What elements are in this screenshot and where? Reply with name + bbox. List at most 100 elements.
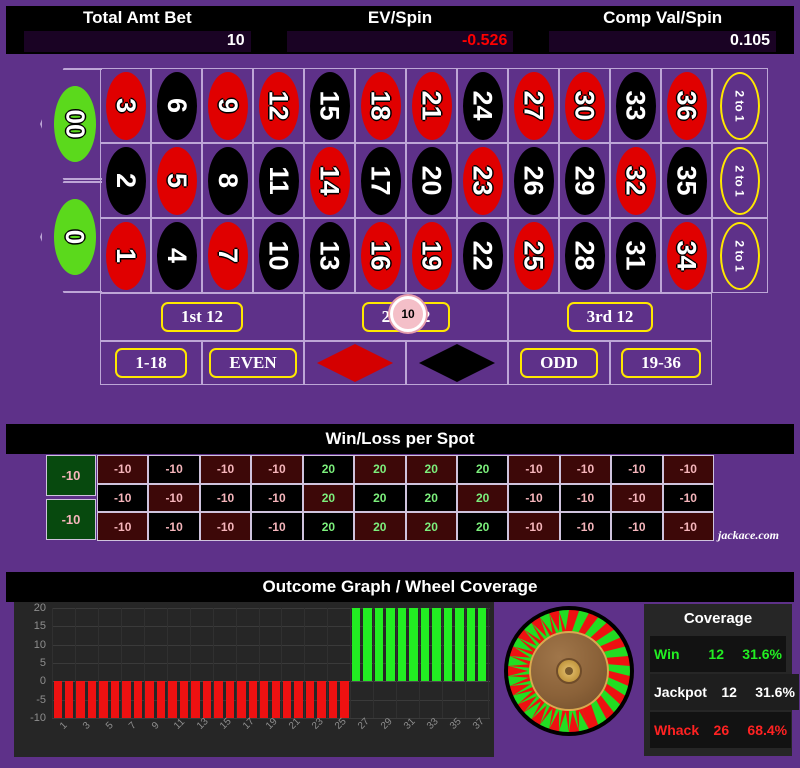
bet-spot-30[interactable]: 30 bbox=[559, 68, 610, 143]
bet-spot-16[interactable]: 16 bbox=[355, 218, 406, 293]
bet-spot-1[interactable]: 1 bbox=[100, 218, 151, 293]
coverage-count: 12 bbox=[694, 636, 728, 672]
bet-spot-23[interactable]: 23 bbox=[457, 143, 508, 218]
bet-spot-12[interactable]: 12 bbox=[253, 68, 304, 143]
bet-spot-0[interactable]: 0 bbox=[40, 181, 102, 293]
outside-bet-1-18[interactable]: 1-18 bbox=[100, 341, 202, 385]
bet-spot-9[interactable]: 9 bbox=[202, 68, 253, 143]
bet-spot-7[interactable]: 7 bbox=[202, 218, 253, 293]
bet-spot-22[interactable]: 22 bbox=[457, 218, 508, 293]
bet-spot-35[interactable]: 35 bbox=[661, 143, 712, 218]
y-tick-label: 5 bbox=[39, 657, 46, 669]
bet-spot-21[interactable]: 21 bbox=[406, 68, 457, 143]
number-label: 4 bbox=[162, 247, 192, 264]
winloss-value: 20 bbox=[373, 462, 387, 477]
bet-spot-20[interactable]: 20 bbox=[406, 143, 457, 218]
winloss-cell: -10 bbox=[662, 512, 714, 541]
outside-bet-19-36[interactable]: 19-36 bbox=[610, 341, 712, 385]
bet-spot-24[interactable]: 24 bbox=[457, 68, 508, 143]
bet-spot-29[interactable]: 29 bbox=[559, 143, 610, 218]
bet-spot-13[interactable]: 13 bbox=[304, 218, 355, 293]
number-oval: 8 bbox=[207, 146, 248, 215]
bet-spot-18[interactable]: 18 bbox=[355, 68, 406, 143]
bet-spot-11[interactable]: 11 bbox=[253, 143, 304, 218]
coverage-percent: 31.6% bbox=[728, 636, 786, 672]
column-bet-1[interactable]: 2 to 1 bbox=[712, 68, 768, 143]
outside-bet-even[interactable]: EVEN bbox=[202, 341, 304, 385]
bet-spot-8[interactable]: 8 bbox=[202, 143, 253, 218]
bet-spot-25[interactable]: 25 bbox=[508, 218, 559, 293]
chart-bar bbox=[53, 681, 62, 718]
bet-spot-10[interactable]: 10 bbox=[253, 218, 304, 293]
outside-bet-label: 1-18 bbox=[115, 348, 187, 378]
chart-bar bbox=[179, 681, 189, 718]
stat-comp-val-per-spin: Comp Val/Spin 0.105 bbox=[531, 6, 794, 54]
roulette-wheel bbox=[504, 606, 634, 736]
number-label: 16 bbox=[365, 240, 396, 271]
number-label: 29 bbox=[569, 165, 600, 196]
column-bet-label: 2 to 1 bbox=[733, 239, 747, 272]
bet-spot-33[interactable]: 33 bbox=[610, 68, 661, 143]
winloss-value: -10 bbox=[114, 462, 132, 477]
wheel-hub-dot bbox=[565, 667, 573, 675]
bet-spot-3[interactable]: 3 bbox=[100, 68, 151, 143]
bet-spot-32[interactable]: 32 bbox=[610, 143, 661, 218]
column-bet-2[interactable]: 2 to 1 bbox=[712, 143, 768, 218]
outside-bet-odd[interactable]: ODD bbox=[508, 341, 610, 385]
dozen-bet-3[interactable]: 3rd 12 bbox=[508, 293, 712, 341]
bet-spot-6[interactable]: 6 bbox=[151, 68, 202, 143]
chart-bar bbox=[191, 681, 200, 718]
winloss-value: -10 bbox=[216, 490, 235, 505]
bet-spot-27[interactable]: 27 bbox=[508, 68, 559, 143]
stat-label: Total Amt Bet bbox=[83, 8, 192, 27]
bet-spot-4[interactable]: 4 bbox=[151, 218, 202, 293]
number-label: 14 bbox=[314, 165, 345, 196]
bet-spot-14[interactable]: 14 bbox=[304, 143, 355, 218]
bet-spot-2[interactable]: 2 bbox=[100, 143, 151, 218]
zero-oval: 00 bbox=[54, 86, 96, 162]
number-label: 30 bbox=[569, 90, 600, 121]
grid-line-vertical bbox=[488, 608, 489, 718]
number-oval: 30 bbox=[564, 71, 605, 140]
chart-bar bbox=[87, 681, 97, 718]
chart-bar bbox=[374, 608, 384, 682]
winloss-cell: 20 bbox=[405, 483, 457, 513]
x-tick-label: 7 bbox=[126, 720, 139, 732]
number-oval: 36 bbox=[666, 71, 707, 140]
bet-spot-28[interactable]: 28 bbox=[559, 218, 610, 293]
number-label: 7 bbox=[213, 247, 243, 264]
winloss-value: -10 bbox=[628, 462, 646, 477]
column-bet-3[interactable]: 2 to 1 bbox=[712, 218, 768, 293]
winloss-header: Win/Loss per Spot bbox=[6, 424, 794, 454]
winloss-value: 20 bbox=[475, 462, 490, 477]
bet-spot-26[interactable]: 26 bbox=[508, 143, 559, 218]
winloss-cell-0: -10 bbox=[46, 499, 96, 540]
column-bets: 2 to 1 2 to 1 2 to 1 bbox=[712, 68, 768, 293]
winloss-value: -10 bbox=[679, 462, 697, 477]
bet-spot-31[interactable]: 31 bbox=[610, 218, 661, 293]
dozen-bet-1[interactable]: 1st 12 bbox=[100, 293, 304, 341]
bet-chip[interactable]: 10 bbox=[390, 296, 426, 332]
bet-spot-17[interactable]: 17 bbox=[355, 143, 406, 218]
number-label: 3 bbox=[111, 97, 141, 114]
bet-spot-5[interactable]: 5 bbox=[151, 143, 202, 218]
winloss-cell: 20 bbox=[405, 455, 457, 484]
winloss-cell-00: -10 bbox=[46, 455, 96, 496]
bet-spot-34[interactable]: 34 bbox=[661, 218, 712, 293]
outside-bet-red[interactable] bbox=[304, 341, 406, 385]
outside-bet-black[interactable] bbox=[406, 341, 508, 385]
chart-bar bbox=[386, 608, 395, 682]
winloss-value: 20 bbox=[424, 519, 438, 534]
number-label: 1 bbox=[111, 247, 141, 264]
chart-bar bbox=[328, 681, 338, 718]
column-bet-oval: 2 to 1 bbox=[720, 221, 760, 290]
bet-spot-36[interactable]: 36 bbox=[661, 68, 712, 143]
outside-bet-label: EVEN bbox=[209, 348, 297, 378]
number-oval: 21 bbox=[411, 71, 452, 140]
bet-spot-00[interactable]: 00 bbox=[40, 68, 102, 180]
bet-spot-19[interactable]: 19 bbox=[406, 218, 457, 293]
winloss-cell: 20 bbox=[354, 483, 406, 513]
bet-spot-15[interactable]: 15 bbox=[304, 68, 355, 143]
number-oval: 14 bbox=[309, 146, 350, 215]
number-oval: 32 bbox=[615, 146, 656, 215]
